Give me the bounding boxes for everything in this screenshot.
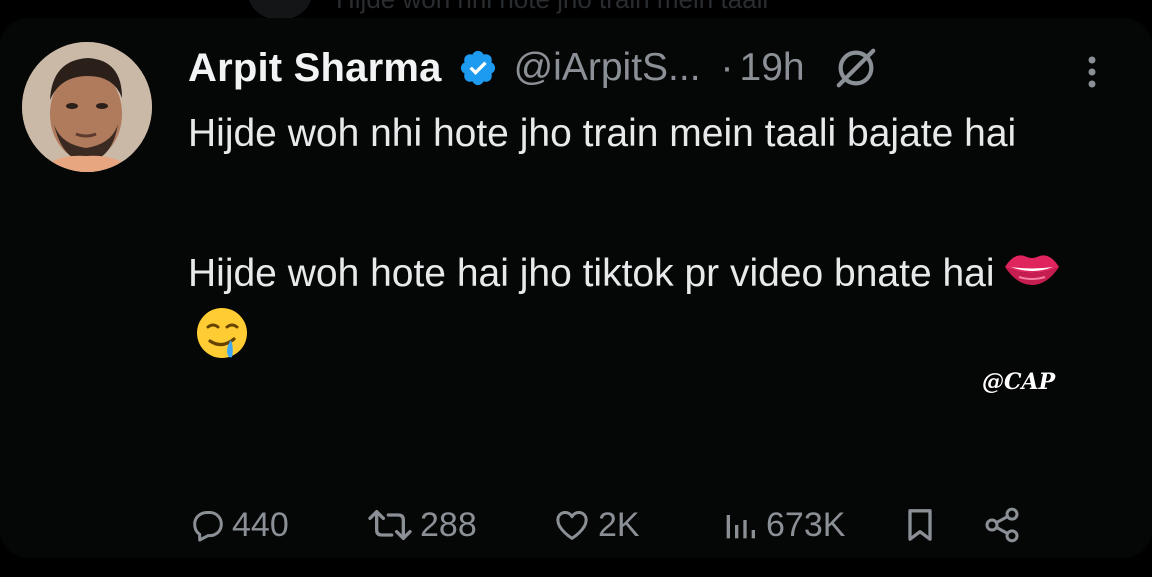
grok-icon[interactable] <box>833 45 879 91</box>
reply-icon <box>193 511 223 542</box>
tweet-text: Hijde woh nhi hote jho train mein taali … <box>188 106 1078 379</box>
share-button[interactable] <box>980 500 1028 550</box>
reply-button[interactable]: 440 <box>188 500 289 550</box>
tweet-paragraph-2-text: Hijde woh hote hai jho tiktok pr video b… <box>188 252 995 295</box>
repost-count: 288 <box>420 505 477 544</box>
tweet-actions: 440 288 2K 673K <box>188 500 1038 550</box>
avatar[interactable] <box>22 42 152 172</box>
author-handle[interactable]: @iArpitS... <box>514 46 701 90</box>
share-icon <box>985 507 1019 543</box>
tweet-paragraph-2: Hijde woh hote hai jho tiktok pr video b… <box>188 246 1078 379</box>
reply-count: 440 <box>232 505 289 544</box>
like-button[interactable]: 2K <box>550 500 640 550</box>
previous-tweet-text: Hijde woh nhi hote jho train mein taali <box>336 0 768 15</box>
drooling-face-emoji <box>194 305 252 379</box>
bookmark-button[interactable] <box>900 500 944 550</box>
separator-dot: · <box>720 46 734 89</box>
like-count: 2K <box>598 505 640 544</box>
repost-icon <box>368 510 412 540</box>
author-name[interactable]: Arpit Sharma <box>188 46 442 91</box>
previous-tweet-avatar <box>248 0 312 20</box>
tweet-header: Arpit Sharma @iArpitS... · 19h <box>188 40 879 96</box>
tweet-paragraph-1: Hijde woh nhi hote jho train mein taali … <box>188 112 1017 155</box>
more-icon[interactable] <box>1078 52 1106 92</box>
views-icon <box>726 515 755 539</box>
verified-badge-icon[interactable] <box>458 48 498 88</box>
views-count: 673K <box>766 505 846 544</box>
lips-emoji <box>1001 247 1063 305</box>
like-icon <box>556 511 588 540</box>
views-button[interactable]: 673K <box>718 500 845 550</box>
tweet-time[interactable]: 19h <box>740 46 805 90</box>
bookmark-icon <box>908 509 932 541</box>
watermark: @CAP <box>982 369 1056 395</box>
repost-button[interactable]: 288 <box>364 500 477 550</box>
